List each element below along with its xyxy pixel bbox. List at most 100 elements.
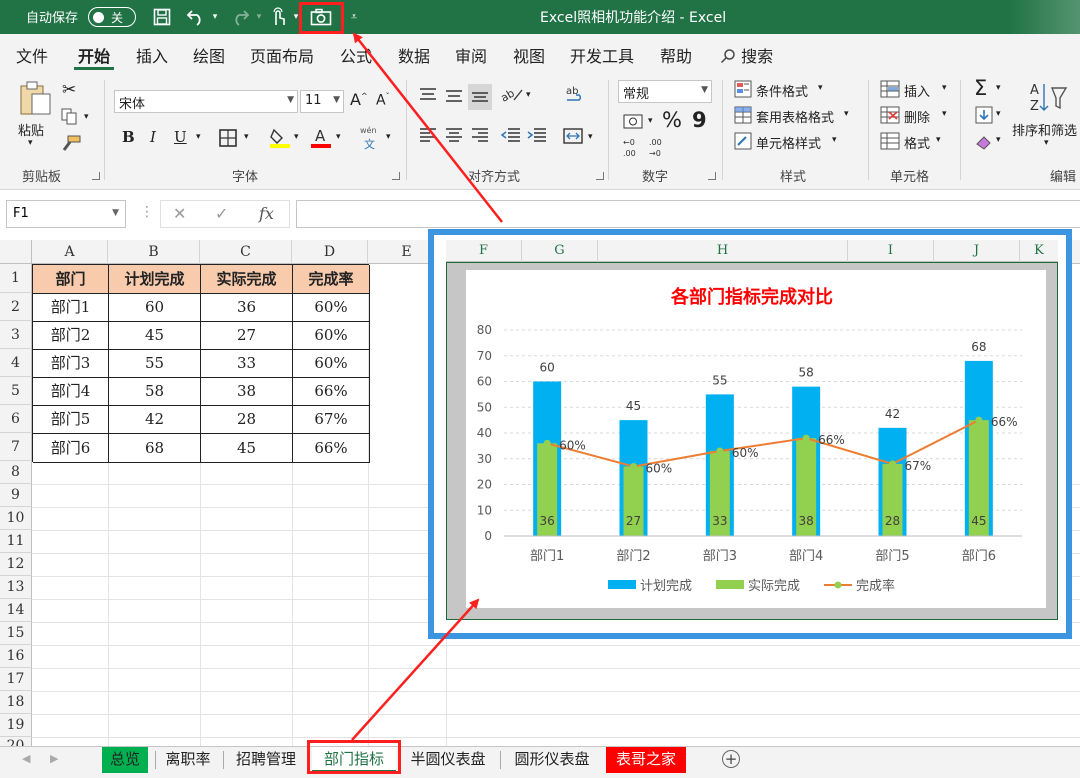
font-name-select[interactable]: 宋体 ▼: [114, 90, 298, 113]
align-top-icon[interactable]: [418, 86, 438, 108]
chart-area[interactable]: 各部门指标完成对比 0 10 20 30 40 50 60 70 80 60 36 45 27 55 33…: [466, 270, 1046, 608]
table-format-dropdown-icon[interactable]: ▾: [844, 109, 849, 119]
insert-cells-icon[interactable]: [880, 80, 900, 102]
insert-cells-button[interactable]: 插入: [904, 81, 930, 100]
drag-handle-icon[interactable]: ⋮: [140, 204, 154, 220]
column-header-a[interactable]: A: [32, 240, 108, 264]
table-cell[interactable]: 60%: [293, 294, 370, 322]
formula-input[interactable]: [296, 200, 1080, 228]
table-header-cell[interactable]: 计划完成: [109, 265, 201, 294]
table-cell[interactable]: 部门5: [33, 406, 109, 434]
table-format-icon[interactable]: [734, 106, 752, 128]
number-launcher-icon[interactable]: [708, 172, 716, 180]
format-painter-icon[interactable]: [60, 134, 82, 158]
sheet-tab-recruiting[interactable]: 招聘管理: [230, 747, 302, 773]
fill-color-dropdown-icon[interactable]: ▾: [294, 132, 299, 142]
table-cell[interactable]: 36: [201, 294, 293, 322]
merge-center-icon[interactable]: [562, 126, 584, 150]
table-cell[interactable]: 68: [109, 434, 201, 463]
font-size-select[interactable]: 11 ▼: [300, 90, 344, 113]
row-header-3[interactable]: 3: [0, 321, 32, 349]
redo-icon[interactable]: [228, 6, 252, 28]
align-bottom-icon[interactable]: [468, 84, 492, 110]
copy-dropdown-icon[interactable]: ▾: [84, 112, 89, 122]
tab-draw[interactable]: 绘图: [193, 43, 225, 67]
table-cell[interactable]: 58: [109, 378, 201, 406]
name-box[interactable]: F1 ▼: [6, 200, 126, 228]
insert-dropdown-icon[interactable]: ▾: [942, 83, 947, 93]
merge-dropdown-icon[interactable]: ▾: [588, 132, 593, 142]
column-header-d[interactable]: D: [292, 240, 368, 264]
percent-style-button[interactable]: %: [662, 108, 682, 132]
column-header-b[interactable]: B: [108, 240, 200, 264]
italic-button[interactable]: I: [150, 128, 156, 146]
row-header-2[interactable]: 2: [0, 293, 32, 321]
phonetic-dropdown-icon[interactable]: ▾: [386, 132, 391, 142]
sort-filter-button[interactable]: 排序和筛选: [1012, 120, 1077, 139]
increase-indent-icon[interactable]: [526, 126, 548, 148]
table-cell[interactable]: 部门2: [33, 322, 109, 350]
table-cell[interactable]: 部门1: [33, 294, 109, 322]
clipboard-launcher-icon[interactable]: [92, 172, 100, 180]
row-header-1[interactable]: 1: [0, 264, 32, 293]
table-header-cell[interactable]: 部门: [33, 265, 109, 294]
sort-filter-dropdown-icon[interactable]: ▾: [1044, 138, 1049, 148]
touch-mode-icon[interactable]: [266, 6, 290, 28]
sheet-tab-biaoge[interactable]: 表哥之家: [606, 747, 686, 773]
underline-dropdown-icon[interactable]: ▾: [196, 132, 201, 142]
table-cell[interactable]: 27: [201, 322, 293, 350]
row-header-7[interactable]: 7: [0, 433, 32, 461]
row-header-13[interactable]: 13: [0, 576, 32, 599]
cell-style-dropdown-icon[interactable]: ▾: [832, 135, 837, 145]
scroll-left-icon[interactable]: ◀: [22, 752, 30, 765]
format-cells-icon[interactable]: [880, 132, 900, 154]
format-cells-button[interactable]: 格式: [904, 133, 930, 152]
accounting-dropdown-icon[interactable]: ▾: [648, 116, 653, 126]
autosave-toggle[interactable]: 关: [88, 7, 136, 27]
tab-developer[interactable]: 开发工具: [570, 43, 634, 67]
align-left-icon[interactable]: [418, 126, 438, 148]
alignment-launcher-icon[interactable]: [596, 172, 604, 180]
tab-file[interactable]: 文件: [16, 43, 48, 67]
table-cell[interactable]: 28: [201, 406, 293, 434]
table-cell[interactable]: 55: [109, 350, 201, 378]
cut-icon[interactable]: ✂: [62, 80, 76, 100]
table-format-button[interactable]: 套用表格格式: [756, 107, 834, 126]
delete-dropdown-icon[interactable]: ▾: [942, 109, 947, 119]
fill-icon[interactable]: [974, 106, 994, 128]
copy-icon[interactable]: [60, 108, 80, 130]
clear-icon[interactable]: [974, 132, 994, 154]
row-header-6[interactable]: 6: [0, 405, 32, 433]
fill-dropdown-icon[interactable]: ▾: [996, 109, 1001, 119]
comma-style-button[interactable]: 9: [692, 108, 707, 132]
select-all-corner[interactable]: [0, 240, 32, 264]
paste-dropdown-icon[interactable]: ▾: [28, 138, 33, 148]
font-launcher-icon[interactable]: [392, 172, 400, 180]
table-header-cell[interactable]: 实际完成: [201, 265, 293, 294]
delete-cells-button[interactable]: 删除: [904, 107, 930, 126]
insert-function-button[interactable]: fx: [259, 204, 274, 223]
conditional-format-button[interactable]: 条件格式: [756, 81, 808, 100]
enter-icon[interactable]: ✓: [215, 204, 228, 223]
decrease-indent-icon[interactable]: [500, 126, 522, 148]
row-header-5[interactable]: 5: [0, 377, 32, 405]
row-header-11[interactable]: 11: [0, 530, 32, 553]
orientation-icon[interactable]: ab: [498, 84, 526, 108]
underline-button[interactable]: U: [174, 128, 187, 146]
phonetic-pinyin[interactable]: wén: [360, 126, 377, 135]
row-header-15[interactable]: 15: [0, 622, 32, 645]
tab-review[interactable]: 审阅: [455, 43, 487, 67]
row-header-14[interactable]: 14: [0, 599, 32, 622]
number-format-select[interactable]: 常规 ▼: [618, 80, 712, 103]
table-cell[interactable]: 67%: [293, 406, 370, 434]
sheet-tab-half-gauge[interactable]: 半圆仪表盘: [404, 747, 492, 773]
table-cell[interactable]: 45: [109, 322, 201, 350]
tab-insert[interactable]: 插入: [136, 43, 168, 67]
tab-page-layout[interactable]: 页面布局: [250, 43, 314, 67]
cell-style-icon[interactable]: [734, 132, 752, 154]
sort-filter-icon[interactable]: AZ: [1028, 80, 1068, 120]
format-dropdown-icon[interactable]: ▾: [936, 135, 941, 145]
add-sheet-button[interactable]: +: [722, 750, 740, 768]
table-cell[interactable]: 38: [201, 378, 293, 406]
paste-label[interactable]: 粘贴: [18, 120, 44, 139]
